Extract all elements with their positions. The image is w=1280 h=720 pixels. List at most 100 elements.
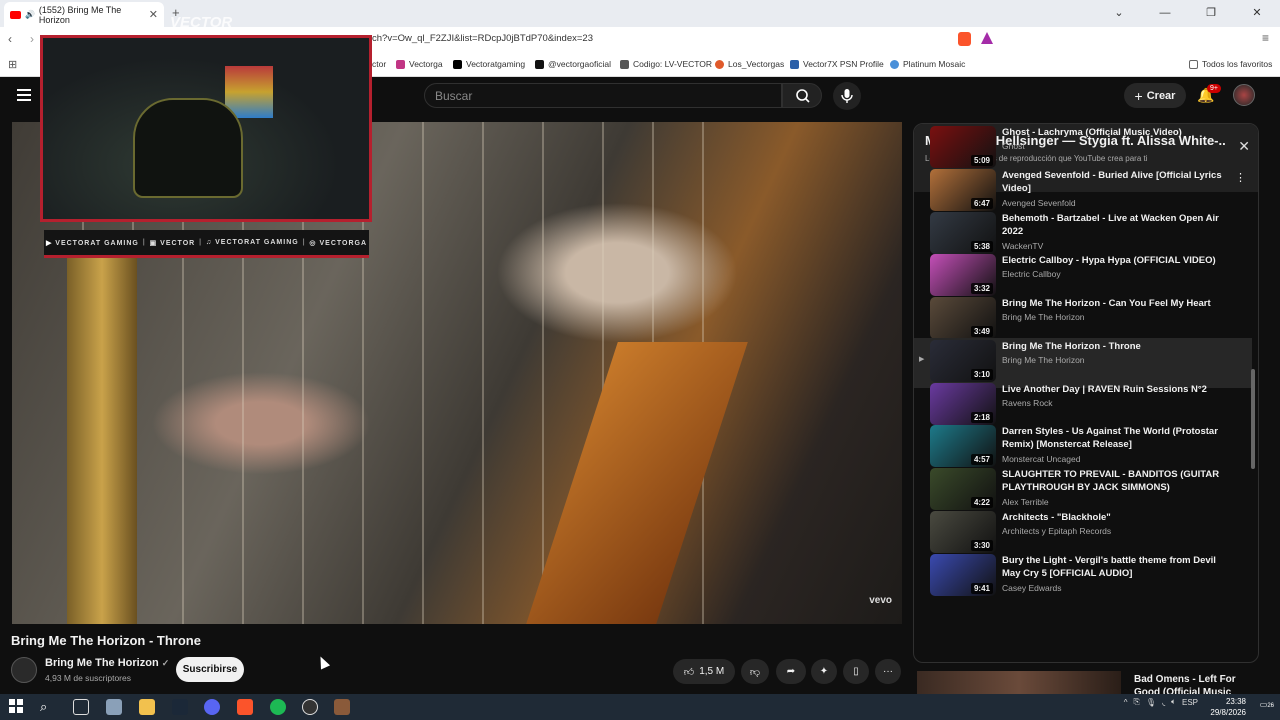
discord-icon[interactable] (204, 699, 220, 715)
channel-name[interactable]: Bring Me The Horizon ✓ (45, 657, 169, 669)
tab-title: (1552) Bring Me The Horizon (38, 4, 122, 25)
brave-icon[interactable] (237, 699, 253, 715)
playlist-item-channel: Electric Callboy (1002, 269, 1061, 279)
forward-icon[interactable]: › (30, 32, 34, 46)
twitch-icon: ▣ (149, 239, 158, 247)
chevron-up-icon[interactable]: ^ (1124, 698, 1128, 707)
voice-search-button[interactable] (833, 82, 861, 110)
verified-icon: ✓ (161, 658, 170, 668)
account-avatar[interactable] (1233, 84, 1255, 106)
create-button[interactable]: + Crear (1124, 83, 1186, 108)
back-icon[interactable]: ‹ (8, 32, 12, 46)
task-view-icon[interactable] (73, 699, 89, 715)
now-playing-icon: ▶ (919, 356, 925, 363)
playlist-item-title: Architects - "Blackhole" (1002, 512, 1111, 523)
search-icon[interactable]: ⌕ (40, 699, 56, 715)
bookmark-item[interactable]: Vectorga (396, 59, 443, 69)
apps-grid-icon[interactable]: ⊞ (8, 58, 17, 71)
tiktok-icon (535, 59, 544, 69)
game-icon[interactable] (334, 699, 350, 715)
bookmark-icon: ▯ (853, 666, 859, 677)
bookmark-item[interactable]: Vectoratgaming (453, 59, 525, 69)
playlist-item-channel: Ghost (1002, 141, 1025, 151)
mic-icon (841, 89, 853, 103)
folder-icon (1189, 59, 1198, 69)
next-video-title: Bad Omens - Left For Good (Official Musi… (1134, 674, 1236, 694)
notification-badge: 9+ (1207, 84, 1221, 93)
window-controls: ⌄ — ❐ ✕ (1096, 0, 1280, 27)
menu-icon[interactable]: ≡ (1262, 31, 1269, 45)
playlist-item-channel: Bring Me The Horizon (1002, 355, 1085, 365)
notification-center-icon[interactable]: ▭26 (1260, 700, 1274, 709)
bookmark-item[interactable]: Codigo: LV-VECTOR (620, 59, 712, 69)
duration-badge: 5:38 (970, 241, 993, 252)
volume-icon[interactable]: 🔈︎ (1171, 697, 1176, 707)
address-url[interactable]: ch?v=Ow_ql_F2ZJI&list=RDcpJ0jBTdP70&inde… (372, 33, 593, 44)
harp-column (67, 242, 137, 624)
playlist-item-channel: Architects y Epitaph Records (1002, 526, 1112, 536)
playlist-item-thumbnail: 4:57 (930, 425, 996, 467)
wifi-icon[interactable]: ◟ (1162, 698, 1165, 707)
all-bookmarks[interactable]: Todos los favoritos (1189, 59, 1272, 69)
channel-avatar[interactable] (11, 657, 37, 683)
more-actions-button[interactable]: ··· (875, 659, 901, 684)
network-icon[interactable]: ⎘ (1134, 697, 1140, 707)
playlist-item-thumbnail: 2:18 (930, 383, 996, 425)
hamburger-menu-icon[interactable] (17, 89, 31, 104)
share-button[interactable]: ➦ (776, 659, 806, 684)
streamer-logo: VECTOR (170, 14, 233, 31)
playlist-item-title: Bring Me The Horizon - Throne (1002, 341, 1141, 352)
playlist-item-title: Ghost - Lachryma (Official Music Video) (1002, 127, 1182, 138)
file-explorer-icon[interactable] (139, 699, 155, 715)
subscribe-button[interactable]: Suscribirse (176, 657, 244, 682)
bookmark-item[interactable]: Platinum Mosaic (890, 59, 965, 69)
clock[interactable]: 23:38 29/8/2026 (1210, 696, 1246, 718)
dislike-button[interactable]: 👎︎ (741, 659, 769, 684)
search-button[interactable] (782, 83, 822, 108)
language-indicator[interactable]: ESP (1182, 698, 1198, 707)
bookmark-item[interactable]: ctor (372, 59, 386, 69)
mic-tray-icon[interactable]: 🎙︎ (1146, 698, 1156, 707)
tab-search-icon[interactable]: ⌄ (1096, 0, 1142, 27)
steam-icon[interactable] (172, 699, 188, 715)
save-button[interactable]: ▯ (843, 659, 869, 684)
playlist-item-channel: Monstercat Uncaged (1002, 454, 1081, 464)
gaming-chair (133, 98, 243, 198)
youtube-icon: ▶ (45, 239, 53, 247)
ask-ai-button[interactable]: ✦ (811, 659, 837, 684)
brave-shield-icon[interactable] (958, 32, 971, 46)
thumbs-up-icon: 👍︎ (683, 666, 695, 678)
social-overlay-bar: ▶ VECTORAT GAMING | ▣ VECTOR | ♫ VECTORA… (44, 230, 369, 258)
youtube-social: ▶ VECTORAT GAMING (45, 239, 139, 247)
close-tab-icon[interactable]: ✕ (149, 8, 158, 21)
playlist-item[interactable]: 9:41 Bury the Light - Vergil's battle the… (914, 552, 1252, 602)
playlist-item-title: Avenged Sevenfold - Buried Alive [Offici… (1002, 170, 1222, 194)
close-window-button[interactable]: ✕ (1234, 0, 1280, 27)
sparkle-icon: ✦ (819, 666, 829, 677)
twitter-icon: ♫ (205, 239, 213, 246)
playlist-item-thumbnail: 3:32 (930, 254, 996, 296)
duration-badge: 4:57 (970, 454, 993, 465)
search-input[interactable]: Buscar (424, 83, 782, 108)
playlist-item-channel: Ravens Rock (1002, 398, 1053, 408)
bookmark-item[interactable]: Los_Vectorgas (715, 59, 784, 69)
playlist-item-channel: Avenged Sevenfold (1002, 198, 1076, 208)
spotify-icon[interactable] (270, 699, 286, 715)
maximize-button[interactable]: ❐ (1188, 0, 1234, 27)
brave-rewards-icon[interactable] (981, 32, 993, 44)
obs-icon[interactable] (302, 699, 318, 715)
windows-start-icon[interactable] (9, 699, 25, 715)
browser-tab[interactable]: 🔊 (1552) Bring Me The Horizon ✕ (4, 2, 164, 27)
bookmark-item[interactable]: Vector7X PSN Profile (790, 59, 884, 69)
next-video-preview[interactable]: Bad Omens - Left For Good (Official Musi… (913, 669, 1259, 694)
minimize-button[interactable]: — (1142, 0, 1188, 27)
like-button[interactable]: 👍︎ 1,5 M (673, 659, 735, 684)
duration-badge: 9:41 (970, 583, 993, 594)
playlist-scrollbar[interactable] (1251, 369, 1255, 469)
duration-badge: 3:30 (970, 540, 993, 551)
app-icon[interactable] (106, 699, 122, 715)
playlist-item-thumbnail: 3:10 (930, 340, 996, 382)
psn-icon (790, 59, 799, 69)
twitter-social: ♫ VECTORAT GAMING (205, 239, 299, 246)
bookmark-item[interactable]: @vectorgaoficial (535, 59, 611, 69)
